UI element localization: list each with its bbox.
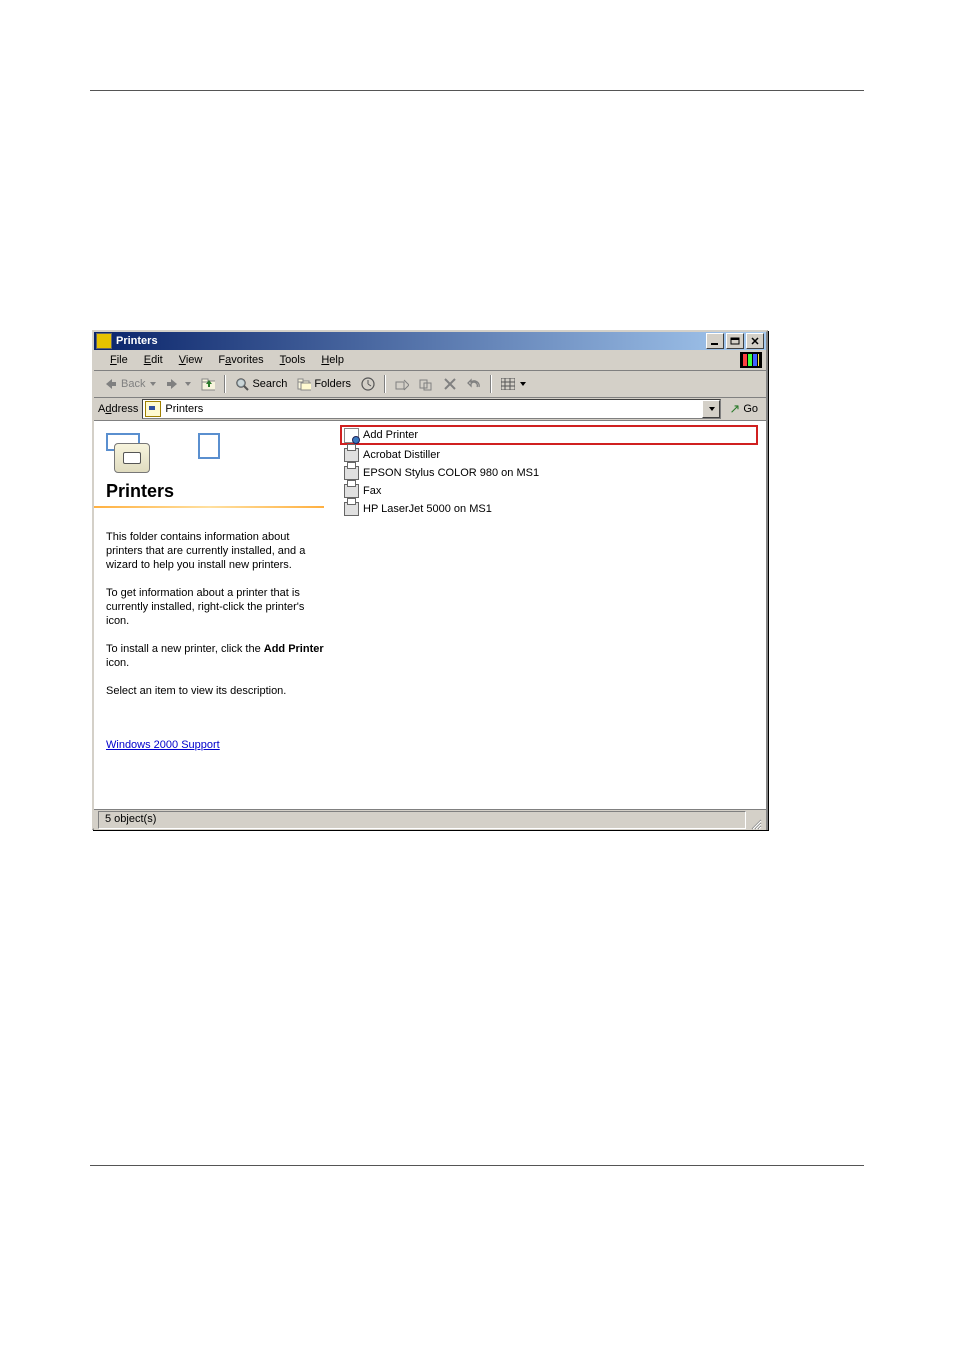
- statusbar: 5 object(s): [94, 809, 766, 830]
- delete-icon: [443, 377, 457, 391]
- toolbar-separator-3: [490, 375, 492, 393]
- back-dropdown-icon: [150, 382, 156, 386]
- menu-tools-rest: ools: [285, 354, 305, 366]
- menu-favorites[interactable]: Favorites: [210, 352, 271, 368]
- address-dropdown-button[interactable]: [702, 400, 720, 418]
- menu-view-rest: iew: [186, 354, 203, 366]
- windows-flag-icon: [740, 352, 762, 368]
- forward-icon: [166, 377, 180, 391]
- chevron-down-icon: [709, 407, 715, 411]
- page-footer-rule: [90, 1165, 864, 1166]
- maximize-button[interactable]: [726, 333, 744, 349]
- views-icon: [501, 377, 515, 391]
- add-printer-icon: [344, 428, 359, 443]
- addressbar: Address Printers ↗ Go: [94, 398, 766, 421]
- toolbar-separator-1: [224, 375, 226, 393]
- printers-window: Printers File Edit View Favorites Tools …: [92, 330, 768, 830]
- list-item-label: HP LaserJet 5000 on MS1: [363, 503, 492, 515]
- undo-icon: [467, 377, 481, 391]
- back-button[interactable]: Back: [100, 375, 160, 393]
- address-icon: [145, 401, 161, 417]
- list-item[interactable]: EPSON Stylus COLOR 980 on MS1: [344, 464, 758, 482]
- menu-tools[interactable]: Tools: [272, 352, 314, 368]
- menubar: File Edit View Favorites Tools Help: [94, 350, 766, 371]
- panel-paragraph-4: Select an item to view its description.: [106, 684, 324, 698]
- list-item-add-printer[interactable]: Add Printer: [340, 425, 758, 445]
- list-item-label: Acrobat Distiller: [363, 449, 440, 461]
- resize-grip[interactable]: [746, 814, 762, 830]
- info-panel: Printers This folder contains informatio…: [94, 421, 336, 809]
- close-button[interactable]: [746, 333, 764, 349]
- moveto-button[interactable]: [391, 375, 413, 393]
- menu-file-rest: ile: [117, 354, 128, 366]
- history-icon: [361, 377, 375, 391]
- address-label: Address: [98, 403, 138, 415]
- titlebar: Printers: [94, 332, 766, 350]
- printer-icon: [344, 466, 359, 481]
- panel-p3-c: icon.: [106, 657, 129, 669]
- toolbar-separator-2: [384, 375, 386, 393]
- forward-button[interactable]: [162, 375, 195, 393]
- go-label: Go: [743, 403, 758, 415]
- panel-p3-a: To install a new printer, click the: [106, 643, 264, 655]
- views-button[interactable]: [497, 375, 530, 393]
- toolbar: Back Search Folders: [94, 371, 766, 398]
- printer-icon: [344, 502, 359, 517]
- panel-heading: Printers: [106, 481, 324, 502]
- back-icon: [104, 377, 118, 391]
- undo-button[interactable]: [463, 375, 485, 393]
- back-label: Back: [121, 378, 145, 390]
- folder-banner-graphic: [106, 429, 324, 479]
- panel-paragraph-2: To get information about a printer that …: [106, 586, 324, 628]
- status-text: 5 object(s): [98, 811, 746, 829]
- window-icon: [96, 333, 112, 349]
- menu-file[interactable]: File: [102, 352, 136, 368]
- search-icon: [235, 377, 249, 391]
- menu-help-rest: elp: [329, 354, 344, 366]
- folders-button[interactable]: Folders: [293, 375, 355, 393]
- delete-button[interactable]: [439, 375, 461, 393]
- search-label: Search: [252, 378, 287, 390]
- address-value: Printers: [165, 403, 203, 415]
- list-item-label: Add Printer: [363, 429, 418, 441]
- folders-label: Folders: [314, 378, 351, 390]
- copyto-icon: [419, 377, 433, 391]
- copyto-button[interactable]: [415, 375, 437, 393]
- address-field[interactable]: Printers: [142, 399, 721, 419]
- minimize-button[interactable]: [706, 333, 724, 349]
- list-item[interactable]: HP LaserJet 5000 on MS1: [344, 500, 758, 518]
- page-header-rule: [90, 90, 864, 91]
- go-icon: ↗: [729, 401, 740, 417]
- content-area: Printers This folder contains informatio…: [94, 421, 766, 809]
- forward-dropdown-icon: [185, 382, 191, 386]
- up-folder-icon: [201, 377, 215, 391]
- panel-link-row: Windows 2000 Support: [106, 738, 324, 752]
- panel-p3-bold: Add Printer: [264, 643, 324, 655]
- printer-icon: [344, 448, 359, 463]
- list-item[interactable]: Fax: [344, 482, 758, 500]
- up-button[interactable]: [197, 375, 219, 393]
- list-item[interactable]: Acrobat Distiller: [344, 446, 758, 464]
- panel-paragraph-3: To install a new printer, click the Add …: [106, 642, 324, 670]
- support-link[interactable]: Windows 2000 Support: [106, 739, 220, 751]
- folders-icon: [297, 377, 311, 391]
- search-button[interactable]: Search: [231, 375, 291, 393]
- menu-fav-rest: vorites: [231, 354, 263, 366]
- menu-edit-rest: dit: [151, 354, 163, 366]
- list-item-label: EPSON Stylus COLOR 980 on MS1: [363, 467, 539, 479]
- moveto-icon: [395, 377, 409, 391]
- printer-icon: [344, 484, 359, 499]
- history-button[interactable]: [357, 375, 379, 393]
- file-list: Add Printer Acrobat Distiller EPSON Styl…: [336, 421, 766, 809]
- panel-paragraph-1: This folder contains information about p…: [106, 530, 324, 572]
- go-button[interactable]: ↗ Go: [725, 401, 762, 417]
- views-dropdown-icon: [520, 382, 526, 386]
- menu-edit[interactable]: Edit: [136, 352, 171, 368]
- panel-divider: [94, 506, 324, 508]
- list-item-label: Fax: [363, 485, 381, 497]
- window-title: Printers: [116, 335, 706, 347]
- window-buttons: [706, 333, 764, 349]
- menu-help[interactable]: Help: [313, 352, 352, 368]
- menu-view[interactable]: View: [171, 352, 211, 368]
